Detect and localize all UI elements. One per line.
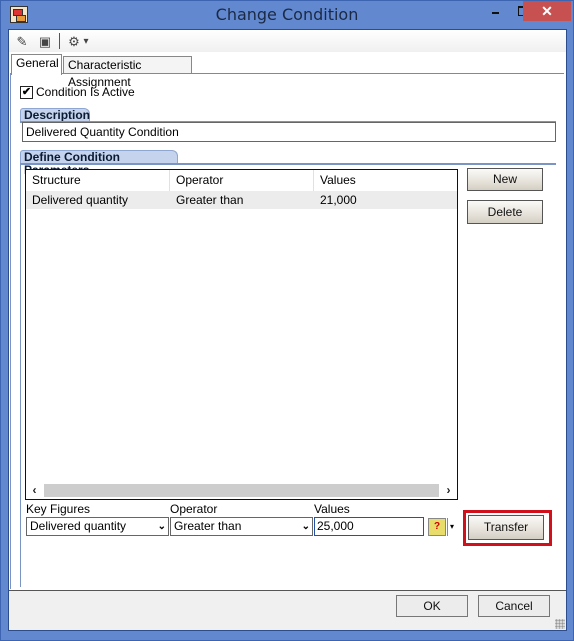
column-header-values[interactable]: Values	[314, 170, 457, 191]
transfer-button[interactable]: Transfer	[468, 515, 544, 540]
delete-button[interactable]: Delete	[467, 200, 543, 224]
parameters-group-border	[20, 163, 21, 587]
chevron-down-icon[interactable]: ⌄	[158, 518, 166, 535]
operator-value: Greater than	[174, 519, 242, 533]
new-button[interactable]: New	[467, 168, 543, 191]
value-help-dropdown-icon[interactable]: ▾	[447, 518, 456, 536]
minimize-button[interactable]	[481, 1, 509, 21]
tab-general[interactable]: General	[11, 54, 62, 75]
title-bar[interactable]: Change Condition ✕	[1, 1, 573, 29]
operator-select[interactable]: Greater than ⌄	[170, 517, 313, 536]
resize-grip[interactable]	[555, 619, 565, 629]
cancel-button[interactable]: Cancel	[478, 595, 550, 617]
toolbar-separator	[59, 33, 60, 49]
scroll-right-icon[interactable]: ›	[440, 482, 457, 499]
chevron-down-icon[interactable]: ⌄	[302, 518, 310, 535]
table-row[interactable]: Delivered quantity Greater than 21,000	[26, 191, 457, 209]
operator-label: Operator	[170, 502, 218, 516]
description-group-title: Description	[20, 108, 90, 122]
values-label: Values	[314, 502, 350, 516]
cell-values: 21,000	[320, 193, 357, 207]
key-figures-label: Key Figures	[26, 502, 91, 516]
key-figures-select[interactable]: Delivered quantity ⌄	[26, 517, 169, 536]
dropdown-arrow-icon[interactable]: ▾	[81, 33, 91, 50]
horizontal-scrollbar[interactable]: ‹ ›	[26, 482, 457, 499]
table-header: Structure Operator Values	[26, 170, 457, 191]
ok-button[interactable]: OK	[396, 595, 468, 617]
cell-operator: Greater than	[176, 193, 244, 207]
condition-active-checkbox[interactable]: ✔ Condition Is Active	[20, 85, 135, 99]
description-input[interactable]: Delivered Quantity Condition	[22, 122, 556, 142]
save-disk-icon[interactable]: ▣	[36, 33, 54, 50]
parameters-group-line	[20, 163, 556, 165]
key-figures-value: Delivered quantity	[30, 519, 127, 533]
column-header-operator[interactable]: Operator	[170, 170, 314, 191]
change-condition-window: Change Condition ✕ ✎ ▣ ⚙ ▾ General Chara…	[0, 0, 574, 641]
edit-pencil-icon[interactable]: ✎	[13, 33, 31, 50]
scrollbar-thumb[interactable]	[44, 484, 439, 497]
parameters-group-title: Define Condition Parameters	[20, 150, 178, 177]
column-header-structure[interactable]: Structure	[26, 170, 170, 191]
checkbox-check-icon[interactable]: ✔	[20, 85, 33, 99]
dialog-client: ✎ ▣ ⚙ ▾ General Characteristic Assignmen…	[8, 29, 567, 631]
tab-characteristic-assignment[interactable]: Characteristic Assignment	[63, 56, 192, 89]
value-help-icon[interactable]: ?	[428, 518, 446, 536]
scroll-left-icon[interactable]: ‹	[26, 482, 43, 499]
close-button[interactable]: ✕	[523, 1, 571, 21]
cell-structure: Delivered quantity	[32, 193, 129, 207]
general-tab-panel: ✔ Condition Is Active Description Delive…	[10, 73, 564, 589]
condition-active-label: Condition Is Active	[36, 85, 135, 99]
parameters-table: Structure Operator Values Delivered quan…	[25, 169, 458, 500]
toolbar: ✎ ▣ ⚙ ▾	[9, 30, 566, 52]
values-input[interactable]: 25,000	[314, 517, 424, 536]
